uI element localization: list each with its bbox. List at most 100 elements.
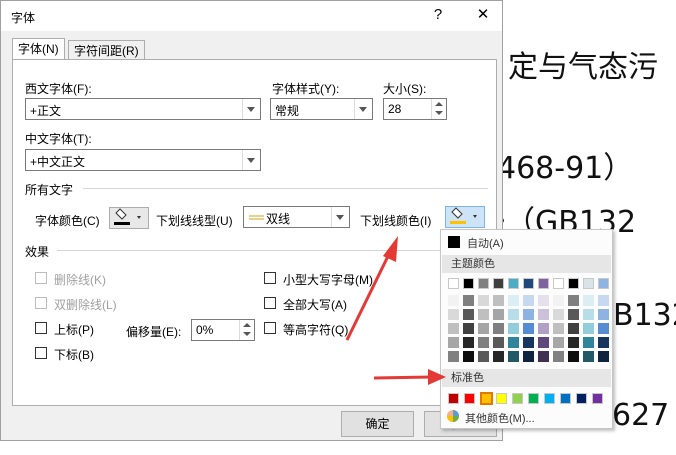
standard-color-swatch[interactable] [592, 393, 603, 404]
standard-color-swatch[interactable] [480, 392, 493, 405]
theme-color-swatch[interactable] [493, 278, 504, 289]
theme-color-shade-swatch[interactable] [553, 309, 564, 320]
auto-color-option[interactable]: 自动(A) [443, 233, 610, 251]
theme-color-shade-swatch[interactable] [508, 351, 519, 362]
theme-color-shade-swatch[interactable] [538, 295, 549, 306]
theme-color-swatch[interactable] [478, 278, 489, 289]
theme-color-shade-swatch[interactable] [583, 309, 594, 320]
theme-color-swatch[interactable] [538, 278, 549, 289]
chinese-font-select[interactable]: +中文正文 [25, 149, 261, 171]
offset-spinner[interactable]: 0% [191, 319, 255, 341]
theme-color-shade-swatch[interactable] [538, 351, 549, 362]
theme-color-shade-swatch[interactable] [448, 295, 459, 306]
theme-color-shade-swatch[interactable] [568, 309, 579, 320]
theme-color-shade-swatch[interactable] [523, 351, 534, 362]
chevron-down-icon[interactable] [331, 207, 349, 227]
theme-color-shade-swatch[interactable] [523, 309, 534, 320]
theme-color-swatch[interactable] [448, 278, 459, 289]
theme-color-shade-swatch[interactable] [538, 309, 549, 320]
strikethrough-checkbox[interactable] [35, 272, 47, 284]
theme-color-shade-swatch[interactable] [508, 323, 519, 334]
tab-character-spacing[interactable]: 字符间距(R) [68, 40, 145, 60]
theme-color-shade-swatch[interactable] [553, 337, 564, 348]
theme-color-shade-swatch[interactable] [553, 351, 564, 362]
theme-color-shade-swatch[interactable] [598, 323, 609, 334]
standard-color-swatch[interactable] [512, 393, 523, 404]
theme-color-shade-swatch[interactable] [538, 323, 549, 334]
theme-color-shade-swatch[interactable] [598, 351, 609, 362]
theme-color-shade-swatch[interactable] [463, 337, 474, 348]
standard-color-swatch[interactable] [496, 393, 507, 404]
theme-color-shade-swatch[interactable] [478, 337, 489, 348]
theme-color-shade-swatch[interactable] [568, 351, 579, 362]
theme-color-shade-swatch[interactable] [583, 295, 594, 306]
theme-color-swatch[interactable] [523, 278, 534, 289]
theme-color-shade-swatch[interactable] [448, 323, 459, 334]
chevron-down-icon[interactable] [242, 150, 260, 170]
theme-color-shade-swatch[interactable] [493, 351, 504, 362]
theme-color-shade-swatch[interactable] [448, 351, 459, 362]
theme-color-shade-swatch[interactable] [583, 351, 594, 362]
theme-color-shade-swatch[interactable] [553, 295, 564, 306]
theme-color-shade-swatch[interactable] [583, 323, 594, 334]
standard-color-swatch[interactable] [544, 393, 555, 404]
theme-color-swatch[interactable] [508, 278, 519, 289]
theme-color-shade-swatch[interactable] [493, 309, 504, 320]
all-caps-checkbox[interactable] [264, 297, 276, 309]
help-button[interactable]: ? [425, 4, 451, 26]
theme-color-shade-swatch[interactable] [553, 323, 564, 334]
theme-color-shade-swatch[interactable] [463, 295, 474, 306]
theme-color-swatch[interactable] [553, 278, 564, 289]
theme-color-shade-swatch[interactable] [568, 295, 579, 306]
theme-color-shade-swatch[interactable] [583, 337, 594, 348]
equalize-height-checkbox[interactable] [264, 322, 276, 334]
theme-color-shade-swatch[interactable] [493, 323, 504, 334]
tab-font[interactable]: 字体(N) [12, 38, 65, 60]
ok-button[interactable]: 确定 [341, 411, 414, 437]
theme-color-shade-swatch[interactable] [478, 323, 489, 334]
font-color-button[interactable] [109, 207, 149, 229]
western-font-select[interactable]: +正文 [25, 98, 261, 120]
theme-color-shade-swatch[interactable] [463, 323, 474, 334]
spinner-arrows-icon[interactable] [431, 99, 446, 119]
superscript-checkbox[interactable] [35, 322, 47, 334]
underline-style-select[interactable]: 双线 [243, 206, 350, 228]
theme-color-swatch[interactable] [463, 278, 474, 289]
theme-color-swatch[interactable] [598, 278, 609, 289]
standard-color-swatch[interactable] [576, 393, 587, 404]
double-strikethrough-checkbox[interactable] [35, 297, 47, 309]
font-style-select[interactable]: 常规 [270, 98, 373, 120]
standard-color-swatch[interactable] [464, 393, 475, 404]
subscript-checkbox[interactable] [35, 347, 47, 359]
theme-color-shade-swatch[interactable] [463, 351, 474, 362]
theme-color-shade-swatch[interactable] [493, 337, 504, 348]
underline-color-button[interactable] [445, 206, 485, 228]
small-caps-checkbox[interactable] [264, 272, 276, 284]
theme-color-shade-swatch[interactable] [568, 323, 579, 334]
theme-color-shade-swatch[interactable] [448, 337, 459, 348]
size-spinner[interactable]: 28 [383, 98, 447, 120]
chevron-down-icon[interactable] [242, 99, 260, 119]
close-button[interactable]: ✕ [470, 4, 496, 26]
standard-color-swatch[interactable] [528, 393, 539, 404]
theme-color-shade-swatch[interactable] [508, 309, 519, 320]
theme-color-shade-swatch[interactable] [598, 309, 609, 320]
theme-color-shade-swatch[interactable] [478, 351, 489, 362]
standard-color-swatch[interactable] [448, 393, 459, 404]
chevron-down-icon[interactable] [354, 99, 372, 119]
theme-color-shade-swatch[interactable] [598, 295, 609, 306]
theme-color-swatch[interactable] [583, 278, 594, 289]
theme-color-shade-swatch[interactable] [523, 295, 534, 306]
theme-color-shade-swatch[interactable] [448, 309, 459, 320]
spinner-arrows-icon[interactable] [239, 320, 254, 340]
theme-color-shade-swatch[interactable] [493, 295, 504, 306]
theme-color-shade-swatch[interactable] [598, 337, 609, 348]
more-colors-option[interactable]: 其他颜色(M)... [443, 408, 610, 426]
theme-color-shade-swatch[interactable] [568, 337, 579, 348]
theme-color-shade-swatch[interactable] [523, 337, 534, 348]
theme-color-shade-swatch[interactable] [478, 309, 489, 320]
theme-color-shade-swatch[interactable] [523, 323, 534, 334]
theme-color-shade-swatch[interactable] [508, 295, 519, 306]
standard-color-swatch[interactable] [560, 393, 571, 404]
theme-color-shade-swatch[interactable] [463, 309, 474, 320]
